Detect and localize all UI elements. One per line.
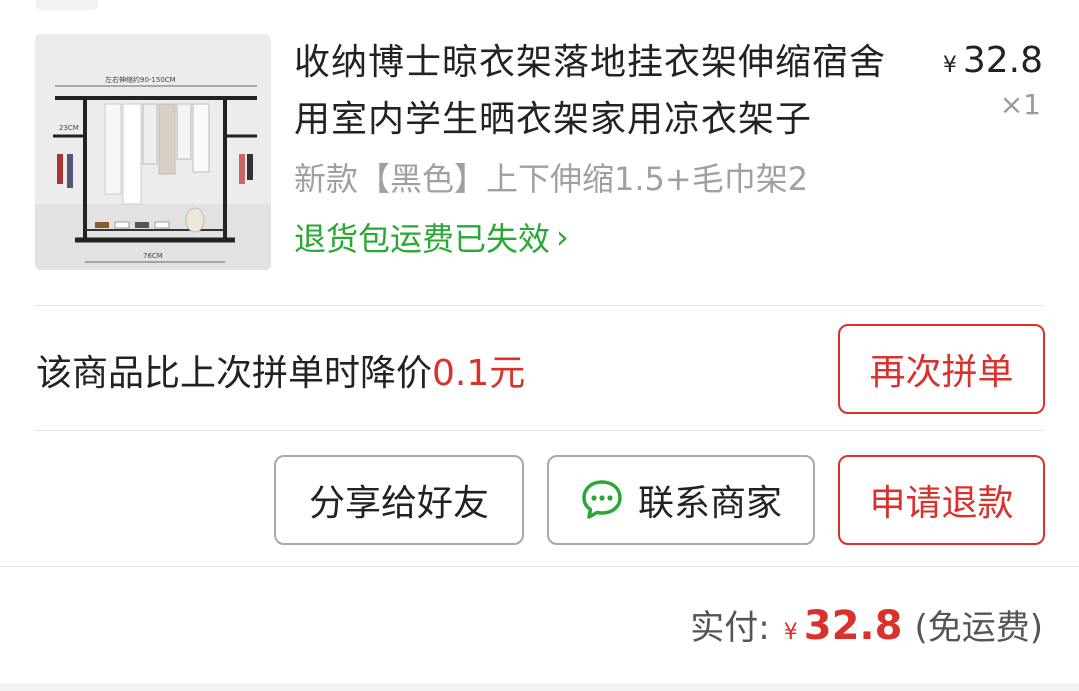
payment-amount: 32.8 xyxy=(803,603,903,649)
refund-button[interactable]: 申请退款 xyxy=(838,455,1045,545)
price-drop-text: 该商品比上次拼单时降价 xyxy=(36,353,433,394)
side-label: 23CM xyxy=(59,124,79,132)
contact-merchant-label: 联系商家 xyxy=(637,483,782,524)
chevron-right-icon: › xyxy=(556,218,569,256)
reorder-button[interactable]: 再次拼单 xyxy=(838,324,1045,414)
unit-price: ¥32.8 xyxy=(943,40,1043,81)
previous-card-edge xyxy=(36,0,98,10)
base-width-label: 76CM xyxy=(143,252,163,260)
clothes-rack-illustration: 左右伸缩约90-150CM 23CM 76CM xyxy=(35,34,271,270)
return-notice-text: 退货包运费已失效 xyxy=(294,220,551,258)
product-title[interactable]: 收纳博士晾衣架落地挂衣架伸缩宿舍用室内学生晒衣架家用凉衣架子 xyxy=(294,34,914,148)
return-shipping-notice[interactable]: 退货包运费已失效 › xyxy=(294,214,569,260)
contact-merchant-button[interactable]: 联系商家 xyxy=(547,455,815,545)
payment-label: 实付: xyxy=(690,608,770,648)
next-card-edge xyxy=(0,683,1079,691)
actual-payment: 实付: ¥ 32.8 (免运费) xyxy=(690,600,1043,649)
section-divider xyxy=(0,566,1079,567)
divider xyxy=(35,430,1044,431)
price-drop-amount: 0.1元 xyxy=(432,353,526,394)
product-thumbnail[interactable]: 左右伸缩约90-150CM 23CM 76CM xyxy=(35,34,271,270)
quantity: ×1 xyxy=(999,88,1041,121)
price-value: 32.8 xyxy=(962,40,1043,81)
product-spec: 新款【黑色】上下伸缩1.5+毛巾架2 xyxy=(294,160,809,198)
currency-symbol: ¥ xyxy=(942,53,957,78)
width-range-label: 左右伸缩约90-150CM xyxy=(105,75,176,84)
shipping-note: (免运费) xyxy=(914,608,1043,648)
price-drop-message: 该商品比上次拼单时降价0.1元 xyxy=(36,344,525,396)
payment-currency: ¥ xyxy=(783,620,798,645)
chat-bubble-icon xyxy=(580,478,624,522)
share-button[interactable]: 分享给好友 xyxy=(274,455,524,545)
divider xyxy=(35,305,1044,306)
